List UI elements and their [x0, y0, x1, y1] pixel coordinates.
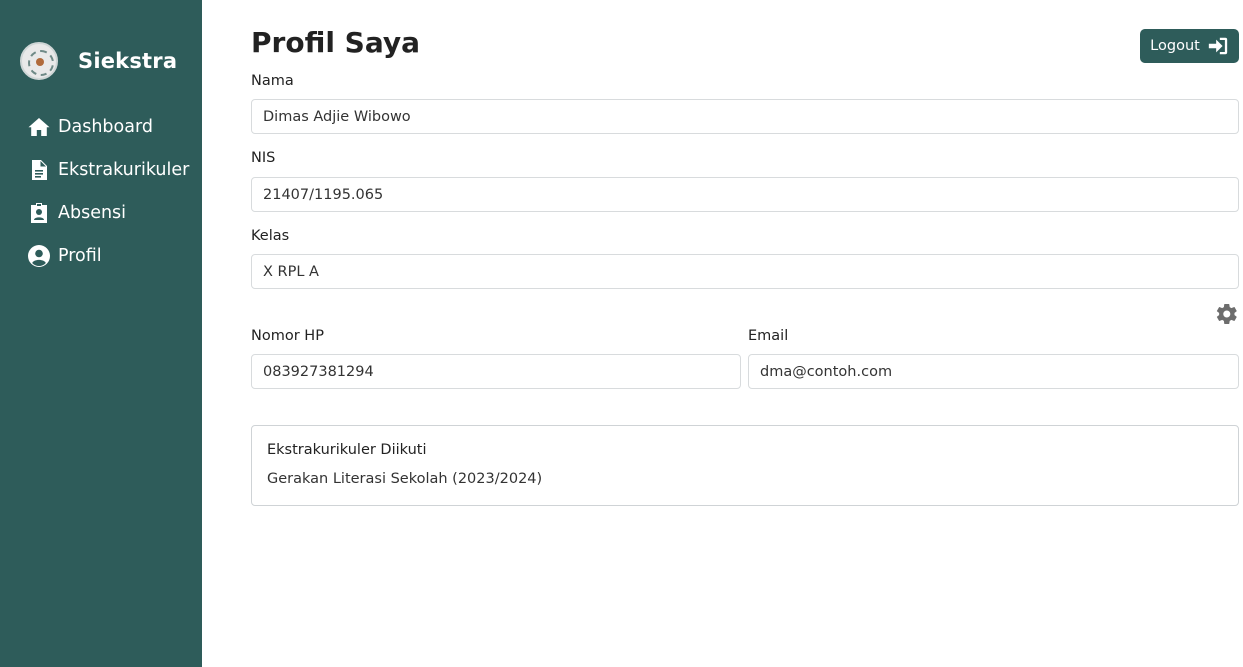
email-field[interactable]: dma@contoh.com: [748, 354, 1239, 389]
nomor-hp-field[interactable]: 083927381294: [251, 354, 741, 389]
nama-field[interactable]: Dimas Adjie Wibowo: [251, 99, 1239, 134]
brand[interactable]: Siekstra: [20, 42, 177, 80]
nomor-hp-label: Nomor HP: [251, 328, 324, 344]
kelas-label: Kelas: [251, 228, 290, 244]
email-label: Email: [748, 328, 789, 344]
sidebar-item-label: Dashboard: [58, 116, 153, 137]
nis-field[interactable]: 21407/1195.065: [251, 177, 1239, 212]
sidebar-item-label: Profil: [58, 245, 102, 266]
sidebar-item-label: Ekstrakurikuler: [58, 159, 190, 180]
settings-gear-icon[interactable]: [1215, 302, 1239, 326]
home-icon: [26, 114, 52, 140]
page-title: Profil Saya: [251, 26, 421, 59]
document-icon: [26, 157, 52, 183]
nama-label: Nama: [251, 73, 294, 89]
sidebar-nav: Dashboard Ekstrakurikuler Absensi Profil: [26, 105, 196, 277]
logout-button[interactable]: Logout: [1140, 29, 1239, 63]
sidebar-item-ekstrakurikuler[interactable]: Ekstrakurikuler: [26, 148, 196, 191]
sidebar-item-profil[interactable]: Profil: [26, 234, 196, 277]
school-logo: [20, 42, 58, 80]
ekskul-card-title: Ekstrakurikuler Diikuti: [267, 442, 427, 458]
id-badge-icon: [26, 200, 52, 226]
logout-label: Logout: [1150, 38, 1200, 54]
user-circle-icon: [26, 243, 52, 269]
kelas-field[interactable]: X RPL A: [251, 254, 1239, 289]
ekskul-list-item: Gerakan Literasi Sekolah (2023/2024): [267, 471, 543, 487]
sidebar-item-absensi[interactable]: Absensi: [26, 191, 196, 234]
brand-title: Siekstra: [78, 49, 178, 73]
nis-label: NIS: [251, 150, 276, 166]
main-content: Profil Saya Logout Nama Dimas Adjie Wibo…: [251, 0, 1239, 667]
sidebar: Siekstra Dashboard Ekstrakurikuler Absen…: [0, 0, 202, 667]
logout-icon: [1208, 37, 1227, 55]
sidebar-item-label: Absensi: [58, 202, 127, 223]
sidebar-item-dashboard[interactable]: Dashboard: [26, 105, 196, 148]
ekskul-card: Ekstrakurikuler Diikuti Gerakan Literasi…: [251, 425, 1239, 506]
